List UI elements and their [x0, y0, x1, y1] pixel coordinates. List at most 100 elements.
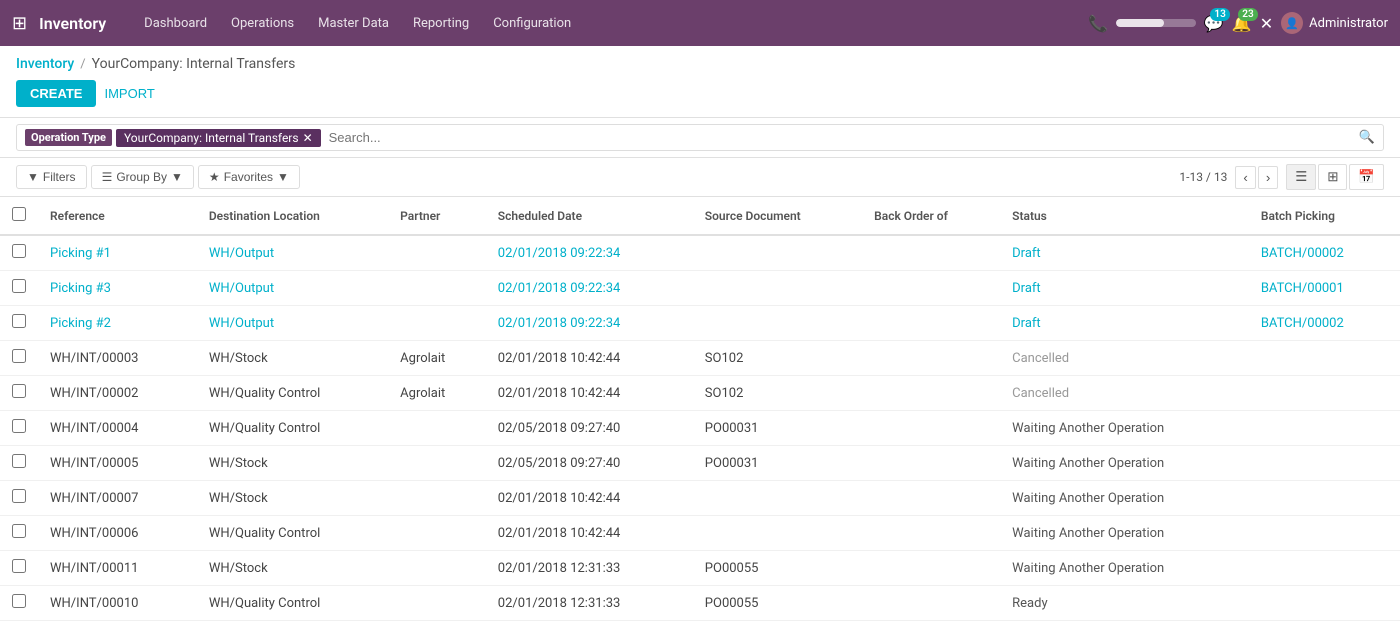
groupby-arrow: ▼	[171, 170, 183, 184]
status-badge: Waiting Another Operation	[1012, 421, 1164, 436]
groupby-button[interactable]: ☰ Group By ▼	[91, 165, 194, 189]
cell-batch-picking	[1249, 516, 1400, 551]
row-checkbox[interactable]	[12, 279, 26, 293]
search-input[interactable]	[325, 128, 1355, 147]
brand-logo[interactable]: Inventory	[39, 14, 106, 33]
select-all-checkbox[interactable]	[12, 207, 26, 221]
cell-status: Waiting Another Operation	[1000, 411, 1249, 446]
batch-link[interactable]: BATCH/00002	[1261, 316, 1344, 331]
destination-link[interactable]: WH/Output	[209, 281, 274, 296]
close-icon[interactable]: ✕	[1260, 14, 1273, 33]
nav-reporting[interactable]: Reporting	[403, 12, 479, 35]
cell-scheduled-date: 02/01/2018 10:42:44	[486, 481, 693, 516]
cell-source-doc	[693, 516, 862, 551]
navbar: ⊞ Inventory Dashboard Operations Master …	[0, 0, 1400, 46]
activity-btn[interactable]: 🔔 23	[1232, 14, 1252, 33]
list-view-button[interactable]: ☰	[1286, 164, 1316, 190]
cell-partner	[388, 271, 486, 306]
cell-back-order	[862, 446, 1000, 481]
breadcrumb-parent[interactable]: Inventory	[16, 56, 74, 72]
table-row[interactable]: WH/INT/00011 WH/Stock 02/01/2018 12:31:3…	[0, 551, 1400, 586]
table-row[interactable]: WH/INT/00010 WH/Quality Control 02/01/20…	[0, 586, 1400, 621]
cell-source-doc	[693, 271, 862, 306]
cell-batch-picking	[1249, 341, 1400, 376]
row-checkbox[interactable]	[12, 454, 26, 468]
row-checkbox[interactable]	[12, 489, 26, 503]
date-link[interactable]: 02/01/2018 09:22:34	[498, 316, 621, 331]
table-row[interactable]: Picking #2 WH/Output 02/01/2018 09:22:34…	[0, 306, 1400, 341]
date-link[interactable]: 02/01/2018 09:22:34	[498, 281, 621, 296]
cell-source-doc: PO00031	[693, 446, 862, 481]
date-link[interactable]: 02/01/2018 09:22:34	[498, 246, 621, 261]
reference-link[interactable]: Picking #1	[50, 246, 111, 261]
cell-partner	[388, 516, 486, 551]
cell-destination: WH/Stock	[197, 446, 388, 481]
row-checkbox[interactable]	[12, 244, 26, 258]
col-source-doc: Source Document	[693, 197, 862, 235]
table-row[interactable]: WH/INT/00004 WH/Quality Control 02/05/20…	[0, 411, 1400, 446]
reference-link[interactable]: Picking #3	[50, 281, 111, 296]
destination-text: WH/Stock	[209, 561, 268, 576]
nav-operations[interactable]: Operations	[221, 12, 304, 35]
op-type-close-icon[interactable]: ✕	[303, 131, 313, 145]
user-menu[interactable]: 👤 Administrator	[1281, 12, 1388, 34]
row-checkbox[interactable]	[12, 594, 26, 608]
batch-link[interactable]: BATCH/00001	[1261, 281, 1344, 296]
calendar-view-button[interactable]: 📅	[1349, 164, 1384, 190]
next-page-button[interactable]: ›	[1258, 166, 1278, 189]
reference-text: WH/INT/00007	[50, 491, 138, 506]
cell-status: Ready	[1000, 586, 1249, 621]
phone-icon[interactable]: 📞	[1088, 14, 1108, 33]
table-row[interactable]: WH/INT/00002 WH/Quality Control Agrolait…	[0, 376, 1400, 411]
destination-link[interactable]: WH/Output	[209, 316, 274, 331]
row-checkbox[interactable]	[12, 419, 26, 433]
row-checkbox[interactable]	[12, 314, 26, 328]
import-button[interactable]: IMPORT	[104, 86, 154, 101]
status-badge: Ready	[1012, 596, 1047, 611]
messages-btn[interactable]: 💬 13	[1204, 14, 1224, 33]
prev-page-button[interactable]: ‹	[1235, 166, 1255, 189]
create-button[interactable]: CREATE	[16, 80, 96, 107]
nav-master-data[interactable]: Master Data	[308, 12, 399, 35]
cell-partner	[388, 446, 486, 481]
search-bar: Operation Type YourCompany: Internal Tra…	[16, 124, 1384, 151]
destination-link[interactable]: WH/Output	[209, 246, 274, 261]
row-checkbox[interactable]	[12, 524, 26, 538]
cell-scheduled-date: 02/05/2018 09:27:40	[486, 411, 693, 446]
cell-source-doc	[693, 235, 862, 271]
reference-text: WH/INT/00011	[50, 561, 138, 576]
date-text: 02/01/2018 10:42:44	[498, 526, 621, 541]
reference-text: WH/INT/00003	[50, 351, 138, 366]
source-doc-text: PO00031	[705, 421, 759, 436]
table-row[interactable]: WH/INT/00006 WH/Quality Control 02/01/20…	[0, 516, 1400, 551]
row-checkbox[interactable]	[12, 384, 26, 398]
cell-back-order	[862, 551, 1000, 586]
reference-text: WH/INT/00006	[50, 526, 138, 541]
nav-configuration[interactable]: Configuration	[483, 12, 581, 35]
cell-reference: WH/INT/00011	[38, 551, 197, 586]
message-badge: 13	[1210, 8, 1229, 21]
search-icon[interactable]: 🔍	[1359, 130, 1375, 145]
cell-reference: WH/INT/00003	[38, 341, 197, 376]
batch-link[interactable]: BATCH/00002	[1261, 246, 1344, 261]
cell-reference: WH/INT/00005	[38, 446, 197, 481]
grid-icon[interactable]: ⊞	[12, 13, 27, 34]
cell-partner	[388, 411, 486, 446]
favorites-label: Favorites	[224, 170, 273, 184]
row-checkbox-cell	[0, 551, 38, 586]
table-row[interactable]: WH/INT/00003 WH/Stock Agrolait 02/01/201…	[0, 341, 1400, 376]
table-row[interactable]: WH/INT/00005 WH/Stock 02/05/2018 09:27:4…	[0, 446, 1400, 481]
reference-link[interactable]: Picking #2	[50, 316, 111, 331]
table-row[interactable]: Picking #1 WH/Output 02/01/2018 09:22:34…	[0, 235, 1400, 271]
favorites-button[interactable]: ★ Favorites ▼	[198, 165, 300, 189]
filters-button[interactable]: ▼ Filters	[16, 165, 87, 189]
date-text: 02/05/2018 09:27:40	[498, 421, 621, 436]
nav-dashboard[interactable]: Dashboard	[134, 12, 217, 35]
table-row[interactable]: Picking #3 WH/Output 02/01/2018 09:22:34…	[0, 271, 1400, 306]
table-header: Reference Destination Location Partner S…	[0, 197, 1400, 235]
cell-scheduled-date: 02/05/2018 09:27:40	[486, 446, 693, 481]
row-checkbox[interactable]	[12, 349, 26, 363]
kanban-view-button[interactable]: ⊞	[1318, 164, 1347, 190]
table-row[interactable]: WH/INT/00007 WH/Stock 02/01/2018 10:42:4…	[0, 481, 1400, 516]
cell-scheduled-date: 02/01/2018 10:42:44	[486, 376, 693, 411]
